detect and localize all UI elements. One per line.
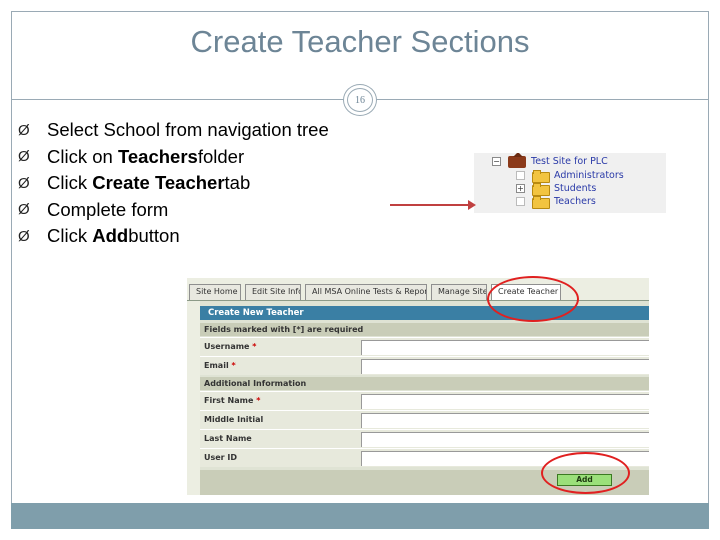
first-name-row: First Name * [200,391,649,410]
username-row: Username * [200,337,649,356]
email-input[interactable] [361,359,649,374]
highlight-circle-add-button [541,452,630,494]
field-label: User ID [204,453,237,462]
tab-manage-site[interactable]: Manage Site [431,284,487,300]
collapse-toggle-icon[interactable]: − [492,157,501,166]
tab-edit-site-info[interactable]: Edit Site Info [245,284,301,300]
additional-information-heading: Additional Information [200,377,649,390]
arrow-bullet-icon: Ø [18,121,30,139]
tab-site-home[interactable]: Site Home [189,284,241,300]
middle-initial-input[interactable] [361,413,649,428]
page-number-badge: 16 [343,84,377,116]
tree-node-label: Teachers [554,196,596,207]
required-marker: * [231,361,236,370]
middle-initial-row: Middle Initial [200,410,649,429]
instruction-item: Ø Complete form [18,197,329,224]
tree-leaf-icon [516,197,525,206]
last-name-input[interactable] [361,432,649,447]
instruction-text: tab [224,172,251,194]
pointer-arrow-icon [390,200,476,210]
arrow-bullet-icon: Ø [18,148,30,166]
field-label: First Name * [204,396,260,405]
field-label-text: Username [204,342,250,351]
arrow-bullet-icon: Ø [18,174,30,192]
instruction-item: Ø Click Add button [18,223,329,250]
folder-icon [532,170,550,183]
left-margin [187,301,200,495]
instruction-emphasis: Teachers [117,145,198,167]
field-label-text: Middle Initial [204,415,264,424]
tree-leaf-icon [516,171,525,180]
field-label-text: First Name [204,396,254,405]
instruction-text: folder [197,145,245,167]
field-label: Middle Initial [204,415,263,424]
instruction-emphasis: Create Teacher [92,172,225,194]
tree-node-school[interactable]: − Test Site for PLC [492,153,608,168]
required-marker: * [252,342,257,351]
form-header: Create New Teacher [200,306,649,320]
slide-title: Create Teacher Sections [190,24,530,59]
tree-node-label: Students [554,183,597,194]
school-icon [508,153,526,168]
tab-bar: Site Home Edit Site Info All MSA Online … [187,278,649,301]
folder-icon [532,183,550,196]
navigation-tree: − Test Site for PLC Administrators + Stu… [474,153,666,213]
required-marker: * [256,396,261,405]
tree-node-label: Test Site for PLC [531,156,608,167]
instruction-text: Complete form [47,198,169,220]
field-label-text: Email [204,361,229,370]
instruction-emphasis: Add [92,225,129,247]
instruction-text: Click [47,172,88,194]
email-row: Email * [200,356,649,375]
instruction-text: Click on [47,145,113,167]
field-label: Email * [204,361,236,370]
footer-accent-bar [11,503,709,529]
username-input[interactable] [361,340,649,355]
instruction-text: button [128,225,180,247]
arrow-bullet-icon: Ø [18,227,30,245]
field-label: Username * [204,342,256,351]
tree-node-students[interactable]: + Students [516,182,597,196]
instruction-text: Click [47,225,88,247]
first-name-input[interactable] [361,394,649,409]
instruction-item: Ø Select School from navigation tree [18,117,329,144]
field-label-text: User ID [204,453,238,462]
required-note: Fields marked with [*] are required [200,323,649,336]
tree-node-administrators[interactable]: Administrators [516,169,624,183]
instruction-text: Select School from navigation tree [47,119,329,141]
tab-msa-online-tests[interactable]: All MSA Online Tests & Reports [305,284,427,300]
instruction-item: Ø Click on Teachers folder [18,144,329,171]
tree-node-teachers[interactable]: Teachers [516,195,596,209]
folder-icon [532,196,550,209]
last-name-row: Last Name [200,429,649,448]
instruction-item: Ø Click Create Teacher tab [18,170,329,197]
highlight-circle-create-teacher-tab [487,276,579,322]
page-number: 16 [347,88,373,112]
instruction-list: Ø Select School from navigation tree Ø Cli… [18,117,329,250]
field-label-text: Last Name [204,434,252,443]
expand-toggle-icon[interactable]: + [516,184,525,193]
tree-node-label: Administrators [554,170,624,181]
field-label: Last Name [204,434,252,443]
arrow-bullet-icon: Ø [18,201,30,219]
